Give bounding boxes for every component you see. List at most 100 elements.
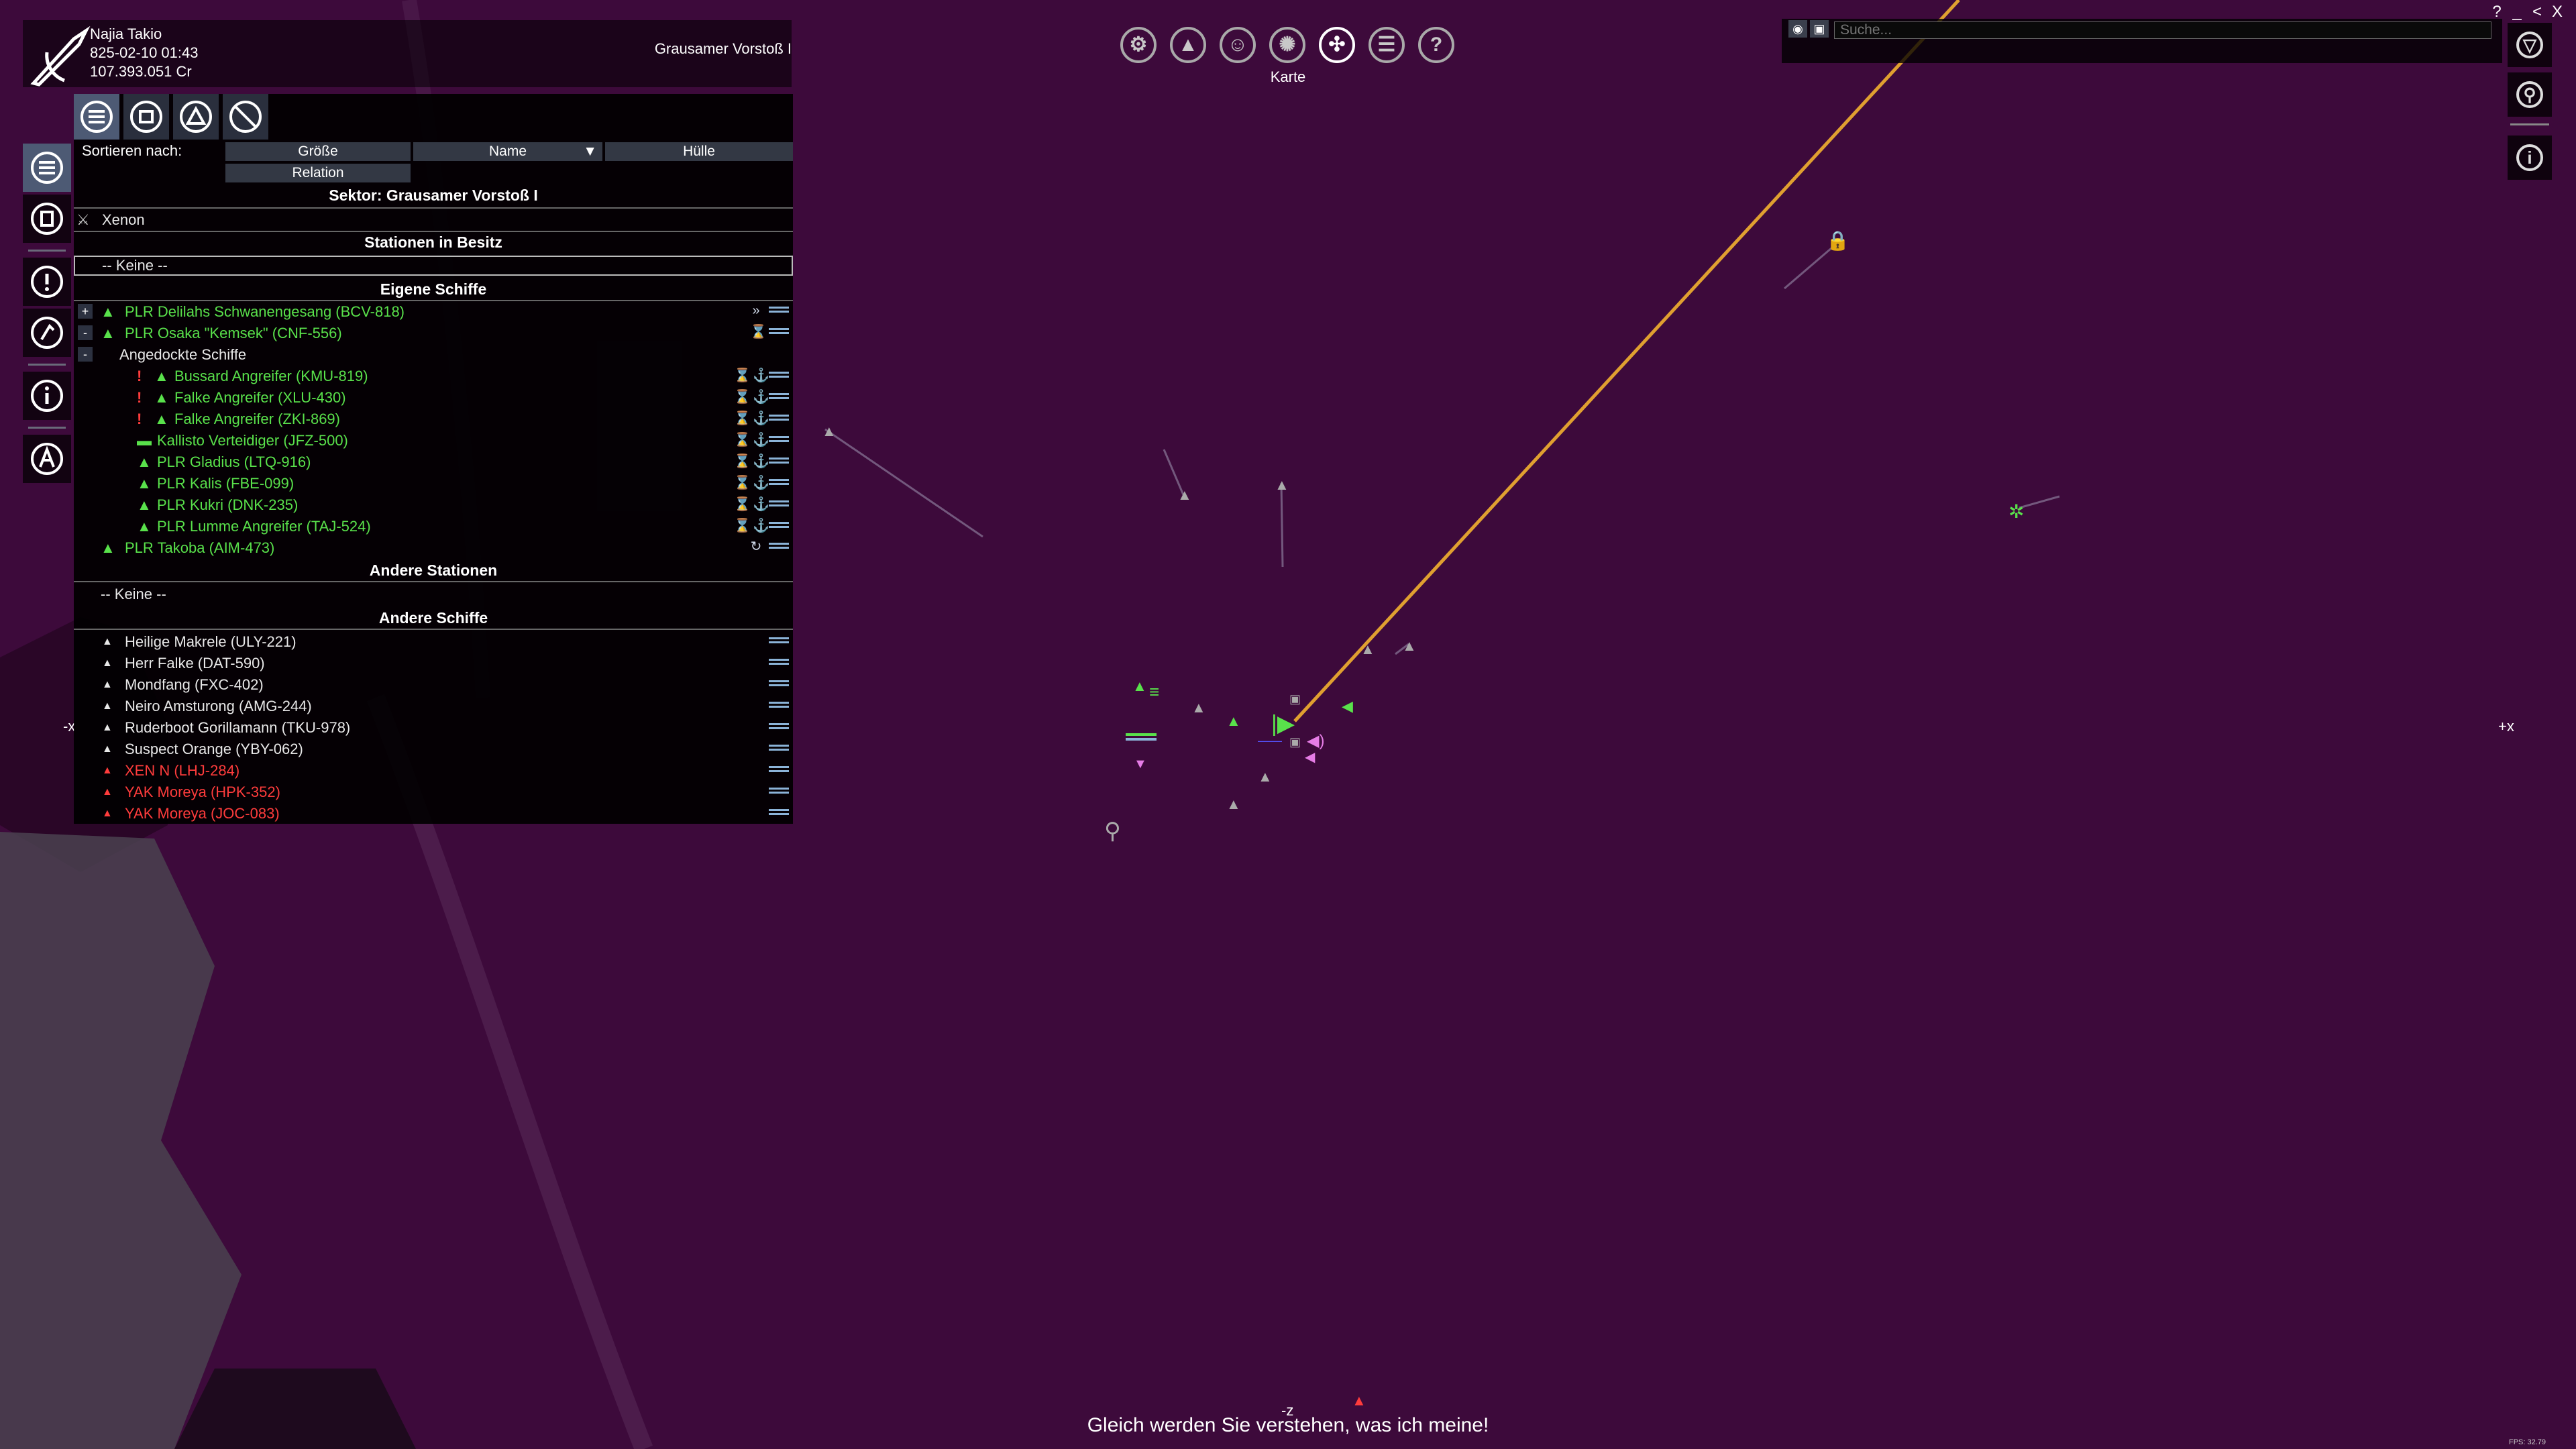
sort-name-button[interactable]: Name ▼: [413, 142, 602, 161]
station-bar-marker[interactable]: [1126, 738, 1157, 741]
sound-marker[interactable]: ◀): [1307, 732, 1324, 750]
ship-name: Kallisto Verteidiger (JFZ-500): [157, 432, 348, 449]
ship-marker[interactable]: ▲: [1258, 768, 1273, 785]
sort-relation-button[interactable]: Relation: [225, 164, 411, 182]
docked-ships-group[interactable]: - Angedockte Schiffe: [74, 344, 793, 365]
ship-marker[interactable]: ▲: [1226, 796, 1241, 812]
hostile-ship-marker[interactable]: ◀: [1305, 750, 1316, 765]
faction-icon: ✺: [1279, 34, 1296, 56]
xenon-faction-icon: ⚔: [76, 211, 90, 228]
list-item-docked-ship[interactable]: ▲ PLR Gladius (LTQ-916) ⌛ ⚓: [74, 451, 793, 472]
list-item-docked-ship[interactable]: ! ▲ Falke Angreifer (ZKI-869) ⌛ ⚓: [74, 409, 793, 429]
ship-marker[interactable]: ▲: [1177, 486, 1192, 503]
list-item-other-ship[interactable]: ▲ YAK Moreya (JOC-083): [74, 803, 793, 824]
satellite-icon[interactable]: ✲: [2008, 501, 2024, 522]
sort-size-button[interactable]: Größe: [225, 142, 411, 161]
list-item-other-ship[interactable]: ▲ XEN N (LHJ-284): [74, 760, 793, 781]
ship-class-icon: ▲: [154, 368, 169, 384]
list-item-none[interactable]: -- Keine --: [74, 256, 793, 276]
list-item-docked-ship[interactable]: ▲ PLR Kalis (FBE-099) ⌛ ⚓: [74, 473, 793, 494]
gear-icon: ⚙: [1129, 34, 1148, 56]
map-button[interactable]: ✣: [1319, 27, 1355, 63]
list-item-other-ship[interactable]: ▲ YAK Moreya (HPK-352): [74, 782, 793, 802]
encyclopedia-button[interactable]: ☰: [1368, 27, 1405, 63]
object-list-button[interactable]: [23, 144, 71, 192]
location-pin-icon: ⚲: [2516, 81, 2543, 108]
tab-all-objects[interactable]: [74, 94, 119, 140]
lock-icon[interactable]: 🔒: [1826, 230, 1849, 252]
minimize-button[interactable]: _: [2509, 3, 2525, 21]
list-item-own-ship[interactable]: + ▲ PLR Delilahs Schwanengesang (BCV-818…: [74, 301, 793, 322]
station-marker[interactable]: ▣: [1289, 692, 1301, 706]
ship-class-icon: ▲: [102, 743, 113, 755]
player-ship-marker[interactable]: |▶: [1271, 711, 1295, 737]
ship-marker[interactable]: ▲: [1191, 699, 1206, 716]
list-item-other-ship[interactable]: ▲ Neiro Amsturong (AMG-244): [74, 696, 793, 716]
ship-marker[interactable]: ▲: [1275, 476, 1289, 493]
list-item-none[interactable]: -- Keine --: [74, 584, 793, 604]
tab-hidden-objects[interactable]: [223, 94, 268, 140]
list-icon: [31, 152, 63, 184]
list-item-own-ship[interactable]: - ▲ PLR Osaka "Kemsek" (CNF-556) ⌛: [74, 323, 793, 343]
own-ship-marker[interactable]: ▲: [1226, 712, 1241, 729]
station-bar-marker[interactable]: [1126, 733, 1157, 736]
ship-menu-button[interactable]: ▲: [1170, 27, 1206, 63]
filter-toggle-icon[interactable]: ▣: [1810, 20, 1829, 38]
list-item-other-ship[interactable]: ▲ Herr Falke (DAT-590): [74, 653, 793, 674]
collapse-button[interactable]: -: [78, 347, 93, 362]
sidebar-separator: [28, 250, 66, 252]
hull-shield-bars: [769, 766, 789, 775]
map-filter-button[interactable]: ▽: [2508, 23, 2552, 67]
tab-stations[interactable]: [123, 94, 169, 140]
list-item-other-ship[interactable]: ▲ Heilige Makrele (ULY-221): [74, 631, 793, 652]
station-marker[interactable]: ▣: [1289, 735, 1301, 749]
map-legend-button[interactable]: ⚲: [2508, 72, 2552, 117]
own-ship-marker[interactable]: ▲: [1132, 678, 1147, 694]
list-item-other-ship[interactable]: ▲ Suspect Orange (YBY-062): [74, 739, 793, 759]
wait-icon: ⌛: [734, 519, 751, 533]
list-item-other-ship[interactable]: ▲ Ruderboot Gorillamann (TKU-978): [74, 717, 793, 738]
expand-button[interactable]: +: [78, 304, 93, 319]
list-item-other-ship[interactable]: ▲ Mondfang (FXC-402): [74, 674, 793, 695]
list-item-docked-ship[interactable]: ▲ PLR Kukri (DNK-235) ⌛ ⚓: [74, 494, 793, 515]
ship-marker[interactable]: ▲: [1402, 637, 1417, 654]
help-button[interactable]: ?: [1418, 27, 1454, 63]
hull-shield-bars: [769, 328, 789, 337]
sort-hull-button[interactable]: Hülle: [605, 142, 793, 161]
search-input[interactable]: [1834, 21, 2491, 39]
mission-offers-button[interactable]: [23, 309, 71, 357]
hostile-ship-marker[interactable]: ▲: [1352, 1392, 1366, 1409]
map-info-button[interactable]: i: [2508, 136, 2552, 180]
hostile-ship-marker[interactable]: ▼: [1134, 757, 1147, 771]
docked-icon: ⚓: [753, 433, 769, 447]
eye-icon[interactable]: ◉: [1788, 20, 1807, 38]
close-button[interactable]: X: [2549, 3, 2565, 21]
list-item-docked-ship[interactable]: ▲ PLR Lumme Angreifer (TAJ-524) ⌛ ⚓: [74, 516, 793, 537]
back-button[interactable]: <: [2529, 3, 2545, 21]
sidebar-separator: [28, 364, 66, 366]
help-window-button[interactable]: ?: [2489, 3, 2505, 21]
active-menu-label: Karte: [1270, 68, 1306, 85]
waypoint-icon[interactable]: ⚲: [1104, 818, 1121, 844]
info-button[interactable]: [23, 372, 71, 420]
list-item-own-ship[interactable]: ▲ PLR Takoba (AIM-473) ↻: [74, 537, 793, 558]
ship-marker[interactable]: ▲: [1360, 641, 1375, 657]
autopilot-button[interactable]: [23, 435, 71, 483]
list-item-docked-ship[interactable]: ▬ Kallisto Verteidiger (JFZ-500) ⌛ ⚓: [74, 430, 793, 451]
settings-button[interactable]: ⚙: [1120, 27, 1157, 63]
right-separator: [2510, 123, 2549, 125]
property-owned-button[interactable]: [23, 195, 71, 243]
own-ship-marker[interactable]: ◀: [1342, 698, 1353, 714]
faction-menu-button[interactable]: ✺: [1269, 27, 1305, 63]
list-item-docked-ship[interactable]: ! ▲ Falke Angreifer (XLU-430) ⌛ ⚓: [74, 387, 793, 408]
list-item-docked-ship[interactable]: ! ▲ Bussard Angreifer (KMU-819) ⌛ ⚓: [74, 366, 793, 386]
player-menu-button[interactable]: ☺: [1220, 27, 1256, 63]
ship-marker[interactable]: ▲: [822, 423, 837, 439]
ship-class-icon: ▲: [102, 657, 113, 669]
section-own-ships: Eigene Schiffe: [380, 280, 487, 298]
tab-ships[interactable]: [173, 94, 219, 140]
own-ship-marker[interactable]: ≡: [1149, 682, 1159, 702]
missions-button[interactable]: [23, 258, 71, 306]
collapse-button[interactable]: -: [78, 325, 93, 340]
hull-shield-bars: [769, 393, 789, 402]
